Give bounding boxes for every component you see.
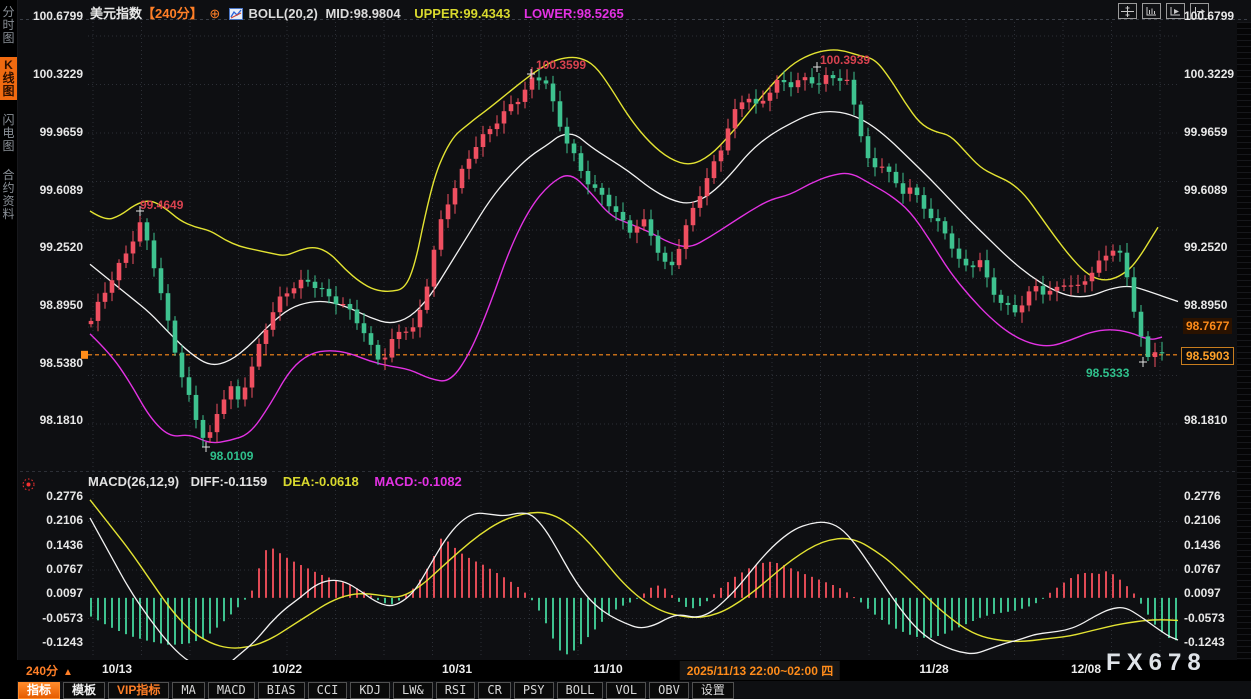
toolbar-item-7[interactable]: KDJ <box>350 682 390 699</box>
macd-axis-label: -0.1243 <box>21 635 83 649</box>
price-axis-label: 99.9659 <box>1184 125 1246 139</box>
price-axis-label: 98.5380 <box>21 356 83 370</box>
toolbar-item-6[interactable]: CCI <box>308 682 348 699</box>
toolbar-item-14[interactable]: OBV <box>649 682 689 699</box>
indicator-toolbar: 指标模板VIP指标MAMACDBIASCCIKDJLW&RSICRPSYBOLL… <box>18 682 734 699</box>
sidebar-item-time-chart[interactable]: 分时图 <box>0 4 17 47</box>
candlestick-macd-canvas[interactable] <box>0 0 1251 699</box>
symbol-name: 美元指数 <box>90 6 142 21</box>
toolbar-item-13[interactable]: VOL <box>606 682 646 699</box>
period-label: 【240分】 <box>142 6 203 21</box>
left-sidebar: 分时图 K线图 闪电图 合约资料 <box>0 0 18 699</box>
boll-upper-value: UPPER:99.4343 <box>414 6 510 21</box>
x-axis-date-label: 10/13 <box>87 662 147 676</box>
price-annotation: 98.0109 <box>210 449 253 463</box>
toolbar-item-8[interactable]: LW& <box>393 682 433 699</box>
macd-axis-label: 0.1436 <box>1184 538 1246 552</box>
price-axis-label: 99.6089 <box>1184 183 1246 197</box>
boll-lower-value: LOWER:98.5265 <box>524 6 624 21</box>
sidebar-item-kline-chart[interactable]: K线图 <box>0 57 17 100</box>
x-axis-date-label: 12/08 <box>1056 662 1116 676</box>
period-arrow-icon: ▲ <box>63 667 73 678</box>
price-axis-label: 99.2520 <box>1184 240 1246 254</box>
add-indicator-icon[interactable]: ⊕ <box>209 6 220 21</box>
macd-axis-label: 0.1436 <box>21 538 83 552</box>
chart-application: 分时图 K线图 闪电图 合约资料 美元指数【240分】 ⊕ BOLL(20,2)… <box>0 0 1251 699</box>
boll-settings-label: BOLL(20,2) <box>249 6 318 21</box>
mini-chart-icon[interactable] <box>229 8 243 23</box>
price-axis-label: 100.6799 <box>21 9 83 23</box>
last-price-badge: 98.5903 <box>1181 347 1234 365</box>
x-axis-date-label: 11/28 <box>904 662 964 676</box>
price-annotation: 99.4649 <box>140 198 183 212</box>
toolbar-item-9[interactable]: RSI <box>436 682 476 699</box>
toolbar-item-12[interactable]: BOLL <box>557 682 604 699</box>
macd-axis-label: 0.0767 <box>21 562 83 576</box>
toolbar-item-5[interactable]: BIAS <box>258 682 305 699</box>
pane-play-icon[interactable] <box>1166 3 1185 19</box>
macd-axis-label: 0.0767 <box>1184 562 1246 576</box>
price-axis-label: 99.2520 <box>21 240 83 254</box>
sidebar-item-contract-info[interactable]: 合约资料 <box>0 167 17 223</box>
toolbar-item-0[interactable]: 指标 <box>18 682 60 699</box>
toolbar-item-4[interactable]: MACD <box>208 682 255 699</box>
macd-axis-label: 0.2106 <box>21 513 83 527</box>
price-axis-label: 100.6799 <box>1184 9 1246 23</box>
price-axis-label: 98.1810 <box>21 413 83 427</box>
macd-header: MACD(26,12,9) DIFF:-0.1159 DEA:-0.0618 M… <box>88 474 462 489</box>
macd-macd-value: MACD:-0.1082 <box>374 474 461 489</box>
macd-dea-value: DEA:-0.0618 <box>283 474 359 489</box>
x-axis-date-label: 11/10 <box>578 662 638 676</box>
period-selector[interactable]: 240分▲ <box>26 662 73 679</box>
macd-axis-label: 0.2776 <box>1184 489 1246 503</box>
price-axis-label: 99.6089 <box>21 183 83 197</box>
x-axis-date-label: 10/31 <box>427 662 487 676</box>
x-axis-date-label: 10/22 <box>257 662 317 676</box>
macd-axis-label: 0.0097 <box>1184 586 1246 600</box>
macd-axis-label: 0.2106 <box>1184 513 1246 527</box>
macd-axis-label: -0.0573 <box>1184 611 1246 625</box>
price-annotation: 100.3939 <box>820 53 870 67</box>
price-axis-label: 100.3229 <box>1184 67 1246 81</box>
brand-watermark: FX678 <box>1106 649 1207 677</box>
price-axis-label: 98.8950 <box>21 298 83 312</box>
price-axis-label: 100.3229 <box>21 67 83 81</box>
prev-close-badge: 98.7677 <box>1183 318 1232 334</box>
price-annotation: 100.3599 <box>536 58 586 72</box>
macd-settings-label: MACD(26,12,9) <box>88 474 179 489</box>
crosshair-icon[interactable] <box>1118 3 1137 19</box>
boll-mid-value: MID:98.9804 <box>325 6 400 21</box>
macd-axis-label: -0.1243 <box>1184 635 1246 649</box>
toolbar-item-2[interactable]: VIP指标 <box>108 682 169 699</box>
macd-diff-value: DIFF:-0.1159 <box>191 474 268 489</box>
highlighted-date-label: 2025/11/13 22:00~02:00 四 <box>680 661 840 680</box>
price-annotation: 98.5333 <box>1086 366 1129 380</box>
toolbar-item-1[interactable]: 模板 <box>63 682 105 699</box>
toolbar-item-3[interactable]: MA <box>172 682 204 699</box>
macd-axis-label: -0.0573 <box>21 611 83 625</box>
sidebar-item-flash-chart[interactable]: 闪电图 <box>0 112 17 155</box>
pane-chart-icon[interactable] <box>1142 3 1161 19</box>
price-axis-label: 99.9659 <box>21 125 83 139</box>
macd-axis-label: 0.2776 <box>21 489 83 503</box>
toolbar-item-10[interactable]: CR <box>478 682 510 699</box>
toolbar-item-11[interactable]: PSY <box>514 682 554 699</box>
toolbar-item-15[interactable]: 设置 <box>692 682 734 699</box>
price-axis-label: 98.1810 <box>1184 413 1246 427</box>
macd-axis-label: 0.0097 <box>21 586 83 600</box>
price-axis-label: 98.8950 <box>1184 298 1246 312</box>
chart-header: 美元指数【240分】 ⊕ BOLL(20,2) MID:98.9804 UPPE… <box>90 3 624 23</box>
